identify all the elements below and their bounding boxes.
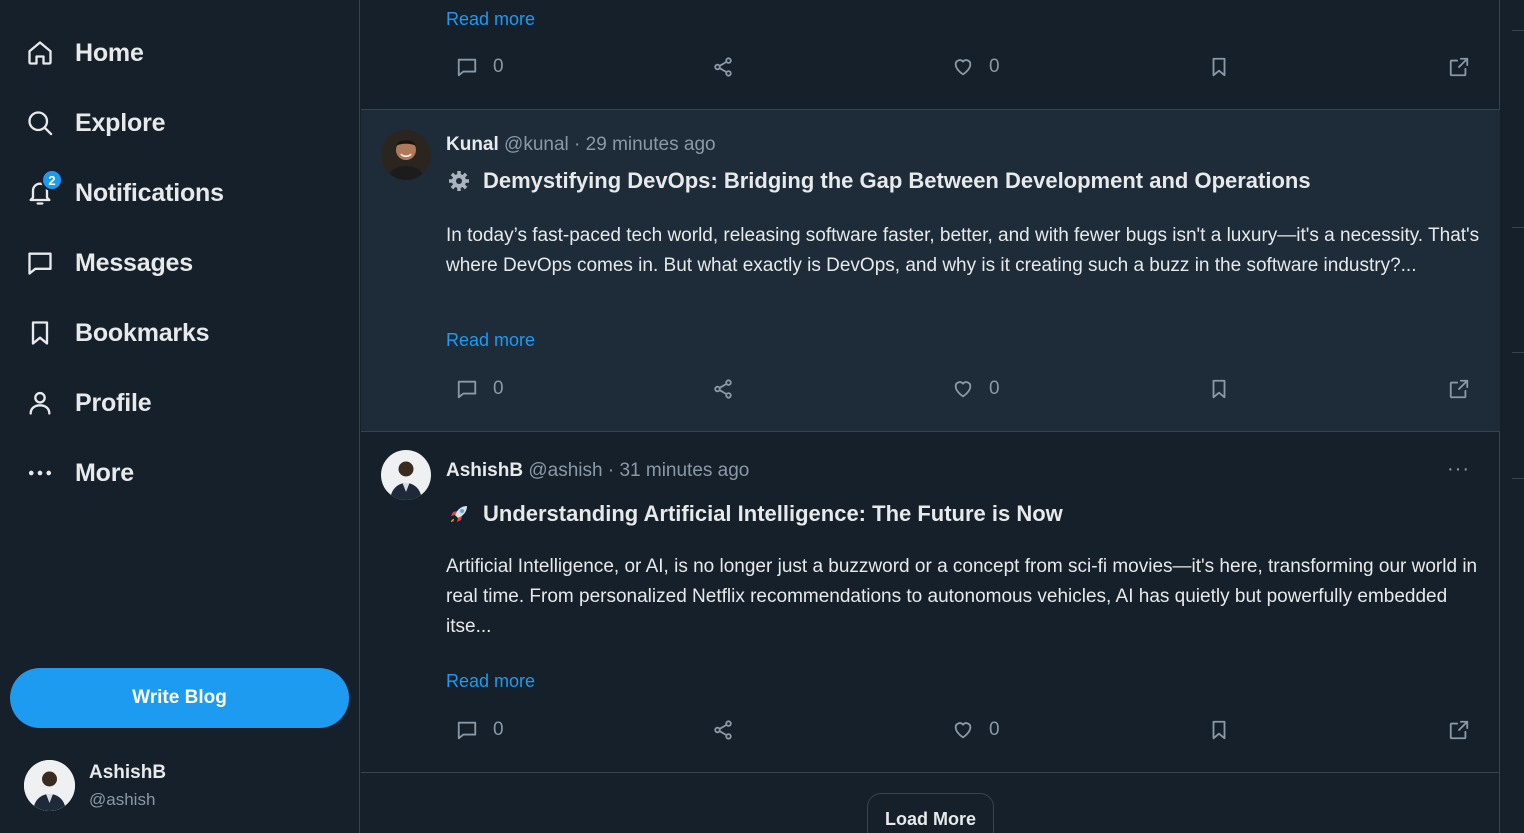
divider (1512, 352, 1524, 353)
post-title-text: Understanding Artificial Intelligence: T… (483, 501, 1063, 526)
account-switcher[interactable]: AshishB @ashish (24, 760, 166, 811)
nav-item-bookmarks[interactable]: Bookmarks (24, 308, 210, 358)
bookmark-button[interactable] (1208, 52, 1230, 82)
read-more-link[interactable]: Read more (446, 330, 535, 351)
read-more-link[interactable]: Read more (446, 9, 535, 30)
account-handle: @ashish (89, 789, 156, 809)
post-actions: 0 0 (446, 715, 1486, 745)
nav-item-profile[interactable]: Profile (24, 378, 152, 428)
user-icon (24, 387, 56, 419)
nav-item-more[interactable]: More (24, 448, 134, 498)
post-actions: 0 0 (446, 52, 1486, 82)
bookmark-button[interactable] (1208, 374, 1230, 404)
post-meta: AshishB @ashish · 31 minutes ago (446, 460, 749, 482)
nav-label-messages: Messages (75, 248, 193, 277)
sidebar: Home Explore 2 Notifications Messages Bo… (0, 0, 360, 833)
nav-item-notifications[interactable]: 2 Notifications (24, 168, 224, 218)
open-external-button[interactable] (1448, 715, 1470, 745)
read-more-link[interactable]: Read more (446, 671, 535, 692)
comment-button[interactable]: 0 (456, 715, 504, 745)
nav-label-more: More (75, 458, 134, 487)
divider (1512, 30, 1524, 31)
avatar (24, 760, 75, 811)
author-handle-time: @ashish · 31 minutes ago (523, 460, 750, 481)
write-blog-button[interactable]: Write Blog (10, 668, 349, 728)
like-button[interactable]: 0 (952, 52, 1000, 82)
author-name[interactable]: Kunal (446, 134, 499, 155)
bell-icon: 2 (24, 169, 63, 209)
notification-badge: 2 (41, 169, 63, 191)
post-excerpt: In today’s fast-paced tech world, releas… (446, 225, 1480, 276)
nav-item-explore[interactable]: Explore (24, 98, 166, 148)
post-card[interactable]: Kunal @kunal · 29 minutes ago Demystifyi… (361, 110, 1500, 432)
account-name: AshishB (89, 761, 167, 783)
like-count: 0 (989, 56, 1000, 77)
nav-label-explore: Explore (75, 108, 166, 137)
comment-count: 0 (493, 56, 504, 77)
home-icon (24, 37, 56, 69)
like-count: 0 (989, 378, 1000, 399)
bookmark-icon (1212, 379, 1226, 399)
load-more-button[interactable]: Load More (867, 793, 994, 833)
nav-item-home[interactable]: Home (24, 28, 144, 78)
comment-icon (457, 721, 477, 740)
message-icon (24, 247, 56, 279)
gear-icon (446, 168, 472, 194)
post-meta: Kunal @kunal · 29 minutes ago (446, 134, 716, 156)
share-icon (714, 379, 732, 399)
nav-label-profile: Profile (75, 388, 152, 417)
post-actions: 0 0 (446, 374, 1486, 404)
post-title[interactable]: Understanding Artificial Intelligence: T… (446, 501, 1063, 527)
like-button[interactable]: 0 (952, 374, 1000, 404)
post-options-button[interactable]: ··· (1447, 458, 1470, 481)
comment-button[interactable]: 0 (456, 374, 504, 404)
nav-label-bookmarks: Bookmarks (75, 318, 210, 347)
divider (1512, 478, 1524, 479)
author-name[interactable]: AshishB (446, 460, 523, 481)
bookmark-button[interactable] (1208, 715, 1230, 745)
share-button[interactable] (712, 52, 734, 82)
comment-button[interactable]: 0 (456, 52, 504, 82)
heart-icon (954, 59, 972, 76)
more-dots-icon (24, 457, 56, 489)
external-link-icon (1449, 379, 1469, 399)
external-link-icon (1449, 720, 1469, 740)
share-icon (714, 57, 732, 77)
share-button[interactable] (712, 374, 734, 404)
heart-icon (954, 722, 972, 739)
author-handle-time: @kunal · 29 minutes ago (498, 134, 716, 155)
author-avatar[interactable] (381, 130, 431, 180)
post-title-text: Demystifying DevOps: Bridging the Gap Be… (483, 168, 1311, 193)
bookmark-icon (1212, 720, 1226, 740)
post-excerpt: Artificial Intelligence, or AI, is no lo… (446, 556, 1478, 637)
nav-item-messages[interactable]: Messages (24, 238, 193, 288)
share-button[interactable] (712, 715, 734, 745)
bookmark-icon (24, 317, 56, 349)
open-external-button[interactable] (1448, 374, 1470, 404)
comment-count: 0 (493, 719, 504, 740)
rocket-icon (446, 501, 472, 527)
author-avatar[interactable] (381, 450, 431, 500)
feed: Read more 0 0 Kunal @kunal · 29 minutes … (361, 0, 1500, 833)
post-card[interactable]: AshishB @ashish · 31 minutes ago ··· Und… (361, 432, 1500, 773)
nav-label-notifications: Notifications (75, 178, 224, 207)
share-icon (714, 720, 732, 740)
like-count: 0 (989, 719, 1000, 740)
post-card: Read more 0 0 (361, 0, 1500, 110)
divider (1512, 227, 1524, 228)
comment-count: 0 (493, 378, 504, 399)
like-button[interactable]: 0 (952, 715, 1000, 745)
nav-label-home: Home (75, 38, 144, 67)
external-link-icon (1449, 57, 1469, 77)
post-title[interactable]: Demystifying DevOps: Bridging the Gap Be… (446, 168, 1311, 194)
search-icon (24, 107, 56, 139)
comment-icon (457, 380, 477, 399)
comment-icon (457, 58, 477, 77)
bookmark-icon (1212, 57, 1226, 77)
heart-icon (954, 381, 972, 398)
open-external-button[interactable] (1448, 52, 1470, 82)
right-panel-edge (1501, 0, 1524, 833)
